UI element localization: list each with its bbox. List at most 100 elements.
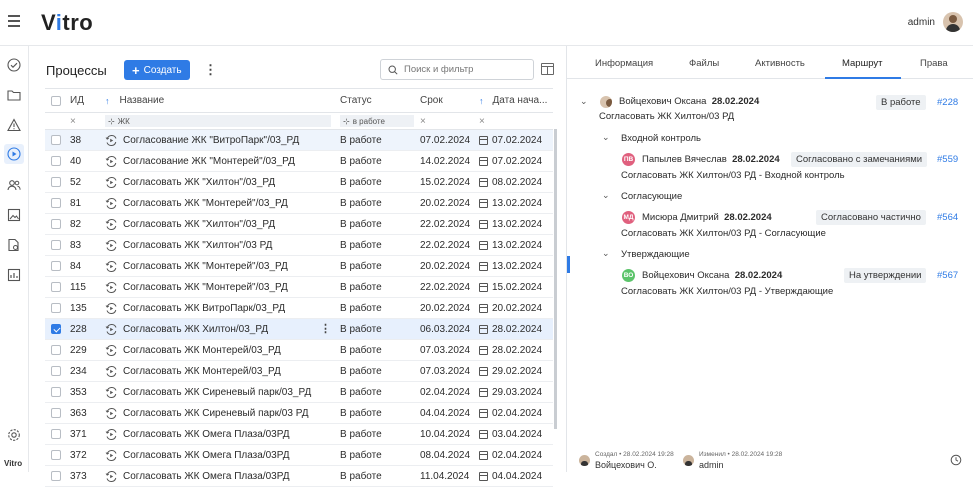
stage-link[interactable]: #567 xyxy=(937,270,958,281)
clear-filter-icon[interactable]: × xyxy=(417,116,477,127)
table-row[interactable]: 81 Согласовать ЖК "Монтерей"/03_РД В работ… xyxy=(45,193,553,214)
table-row[interactable]: 40 Согласование ЖК "Монтерей"/03_РД В рабо… xyxy=(45,151,553,172)
row-name[interactable]: Согласовать ЖК Хилтон/03_РД xyxy=(123,324,268,335)
row-name[interactable]: Согласовать ЖК "Монтерей"/03_РД xyxy=(123,282,288,293)
route-root-link[interactable]: #228 xyxy=(937,97,958,108)
history-icon[interactable] xyxy=(950,454,962,466)
row-name[interactable]: Согласовать ЖК "Хилтон"/03_РД xyxy=(123,177,275,188)
status-filter-value: в работе xyxy=(352,116,385,126)
menu-icon[interactable] xyxy=(8,15,20,29)
row-checkbox[interactable] xyxy=(51,366,61,376)
sort-up-icon: ↑ xyxy=(479,95,484,106)
table-row[interactable]: 353 Согласовать ЖК Сиреневый парк/03_РД В … xyxy=(45,382,553,403)
table-row[interactable]: 38 Согласование ЖК "ВитроПарк"/03_РД В раб… xyxy=(45,130,553,151)
table-row[interactable]: 83 Согласовать ЖК "Хилтон"/03 РД В работе 2… xyxy=(45,235,553,256)
scrollbar[interactable] xyxy=(554,129,557,429)
clear-filter-icon[interactable]: × xyxy=(477,116,553,127)
row-name[interactable]: Согласовать ЖК Омега Плаза/03РД xyxy=(123,450,290,461)
row-checkbox[interactable] xyxy=(51,450,61,460)
avatar[interactable] xyxy=(943,12,963,32)
row-checkbox[interactable] xyxy=(51,387,61,397)
row-checkbox[interactable] xyxy=(51,177,61,187)
row-checkbox[interactable] xyxy=(51,282,61,292)
table-row[interactable]: 52 Согласовать ЖК "Хилтон"/03_РД В работе 1… xyxy=(45,172,553,193)
row-name[interactable]: Согласовать ЖК "Хилтон"/03 РД xyxy=(123,240,272,251)
table-row[interactable]: 82 Согласовать ЖК "Хилтон"/03_РД В работе 2… xyxy=(45,214,553,235)
create-button[interactable]: + Создать xyxy=(124,60,190,80)
image-icon[interactable] xyxy=(7,208,21,222)
document-settings-icon[interactable] xyxy=(7,238,21,252)
row-checkbox[interactable] xyxy=(51,261,61,271)
tab-files[interactable]: Файлы xyxy=(689,58,719,69)
row-checkbox[interactable] xyxy=(51,324,61,334)
row-checkbox[interactable] xyxy=(51,345,61,355)
process-icon xyxy=(105,134,117,146)
search-input[interactable]: Поиск и фильтр xyxy=(380,59,534,80)
row-name[interactable]: Согласовать ЖК Сиреневый парк/03_РД xyxy=(123,387,311,398)
more-vertical-icon[interactable]: ⋮ xyxy=(204,63,217,76)
tab-route[interactable]: Маршрут xyxy=(842,58,883,69)
table-row[interactable]: 372 Согласовать ЖК Омега Плаза/03РД В рабо… xyxy=(45,445,553,466)
row-checkbox[interactable] xyxy=(51,219,61,229)
column-status[interactable]: Статус xyxy=(337,95,417,106)
plus-icon: + xyxy=(132,62,140,78)
user-menu[interactable]: admin xyxy=(908,12,963,32)
table-row[interactable]: 371 Согласовать ЖК Омега Плаза/03РД В рабо… xyxy=(45,424,553,445)
name-filter[interactable]: ⊹ ЖК xyxy=(105,115,331,127)
row-name[interactable]: Согласовать ЖК Омега Плаза/03РД xyxy=(123,429,290,440)
row-status: В работе xyxy=(340,407,382,419)
row-name[interactable]: Согласование ЖК "ВитроПарк"/03_РД xyxy=(123,135,299,146)
play-icon[interactable] xyxy=(4,144,24,164)
columns-settings-icon[interactable] xyxy=(541,63,554,75)
row-name[interactable]: Согласование ЖК "Монтерей"/03_РД xyxy=(123,156,295,167)
tab-rights[interactable]: Права xyxy=(920,58,948,69)
chevron-down-icon[interactable]: ⌄ xyxy=(602,132,610,143)
tab-activity[interactable]: Активность xyxy=(755,58,805,69)
row-name[interactable]: Согласовать ЖК Сиреневый парк/03 РД xyxy=(123,408,308,419)
table-row[interactable]: 115 Согласовать ЖК "Монтерей"/03_РД В рабо… xyxy=(45,277,553,298)
clear-filter-icon[interactable]: × xyxy=(67,116,105,127)
settings-icon[interactable] xyxy=(7,428,21,442)
logo[interactable]: Vitro xyxy=(41,10,93,36)
warning-icon[interactable] xyxy=(7,118,21,132)
table-row[interactable]: 373 Согласовать ЖК Омега Плаза/03РД В рабо… xyxy=(45,466,553,487)
row-checkbox[interactable] xyxy=(51,240,61,250)
users-icon[interactable] xyxy=(7,178,21,192)
chevron-down-icon[interactable]: ⌄ xyxy=(580,96,588,107)
table-row[interactable]: 135 Согласовать ЖК ВитроПарк/03_РД В работ… xyxy=(45,298,553,319)
status-filter[interactable]: ⊹ в работе xyxy=(340,115,414,127)
table-row[interactable]: 229 Согласовать ЖК Монтерей/03_РД В работе… xyxy=(45,340,553,361)
row-checkbox[interactable] xyxy=(51,135,61,145)
tab-info[interactable]: Информация xyxy=(595,58,653,69)
table-row[interactable]: 84 Согласовать ЖК "Монтерей"/03_РД В работ… xyxy=(45,256,553,277)
row-checkbox[interactable] xyxy=(51,408,61,418)
row-name[interactable]: Согласовать ЖК Монтерей/03_РД xyxy=(123,345,281,356)
chart-icon[interactable] xyxy=(7,268,21,282)
row-checkbox[interactable] xyxy=(51,156,61,166)
row-checkbox[interactable] xyxy=(51,471,61,481)
column-start[interactable]: ↑ Дата нача... xyxy=(477,95,553,106)
row-name[interactable]: Согласовать ЖК Монтерей/03_РД xyxy=(123,366,281,377)
row-menu-icon[interactable]: ⋮ xyxy=(320,322,331,335)
table-row[interactable]: 234 Согласовать ЖК Монтерей/03_РД В работе… xyxy=(45,361,553,382)
table-row[interactable]: 363 Согласовать ЖК Сиреневый парк/03 РД В … xyxy=(45,403,553,424)
row-checkbox[interactable] xyxy=(51,303,61,313)
column-id[interactable]: ИД xyxy=(67,95,105,106)
row-name[interactable]: Согласовать ЖК ВитроПарк/03_РД xyxy=(123,303,285,314)
select-all-checkbox[interactable] xyxy=(51,95,61,106)
row-checkbox[interactable] xyxy=(51,429,61,439)
stage-link[interactable]: #564 xyxy=(937,212,958,223)
stage-link[interactable]: #559 xyxy=(937,154,958,165)
folder-icon[interactable] xyxy=(7,88,21,102)
table-row[interactable]: 228 Согласовать ЖК Хилтон/03_РД ⋮ В работе 0… xyxy=(45,319,553,340)
chevron-down-icon[interactable]: ⌄ xyxy=(602,248,610,259)
row-name[interactable]: Согласовать ЖК Омега Плаза/03РД xyxy=(123,471,290,482)
row-name[interactable]: Согласовать ЖК "Монтерей"/03_РД xyxy=(123,198,288,209)
row-name[interactable]: Согласовать ЖК "Хилтон"/03_РД xyxy=(123,219,275,230)
check-circle-icon[interactable] xyxy=(7,58,21,72)
column-due[interactable]: Срок xyxy=(417,95,477,106)
column-name[interactable]: ↑ Название xyxy=(105,95,337,106)
chevron-down-icon[interactable]: ⌄ xyxy=(602,190,610,201)
row-name[interactable]: Согласовать ЖК "Монтерей"/03_РД xyxy=(123,261,288,272)
row-checkbox[interactable] xyxy=(51,198,61,208)
